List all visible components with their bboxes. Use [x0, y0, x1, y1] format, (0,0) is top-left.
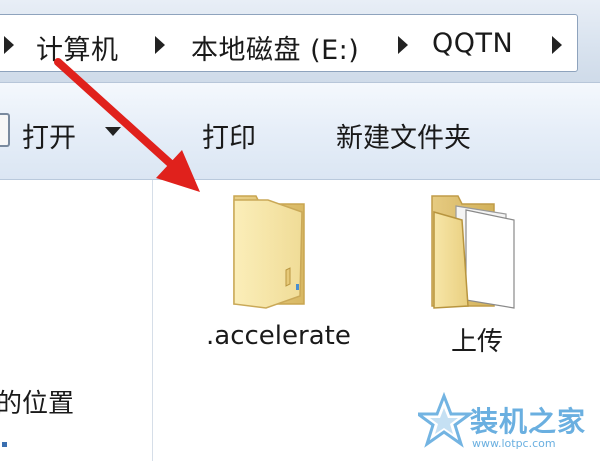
- watermark-title: 装机之家: [470, 405, 587, 438]
- watermark-url: www.lotpc.com: [472, 437, 556, 450]
